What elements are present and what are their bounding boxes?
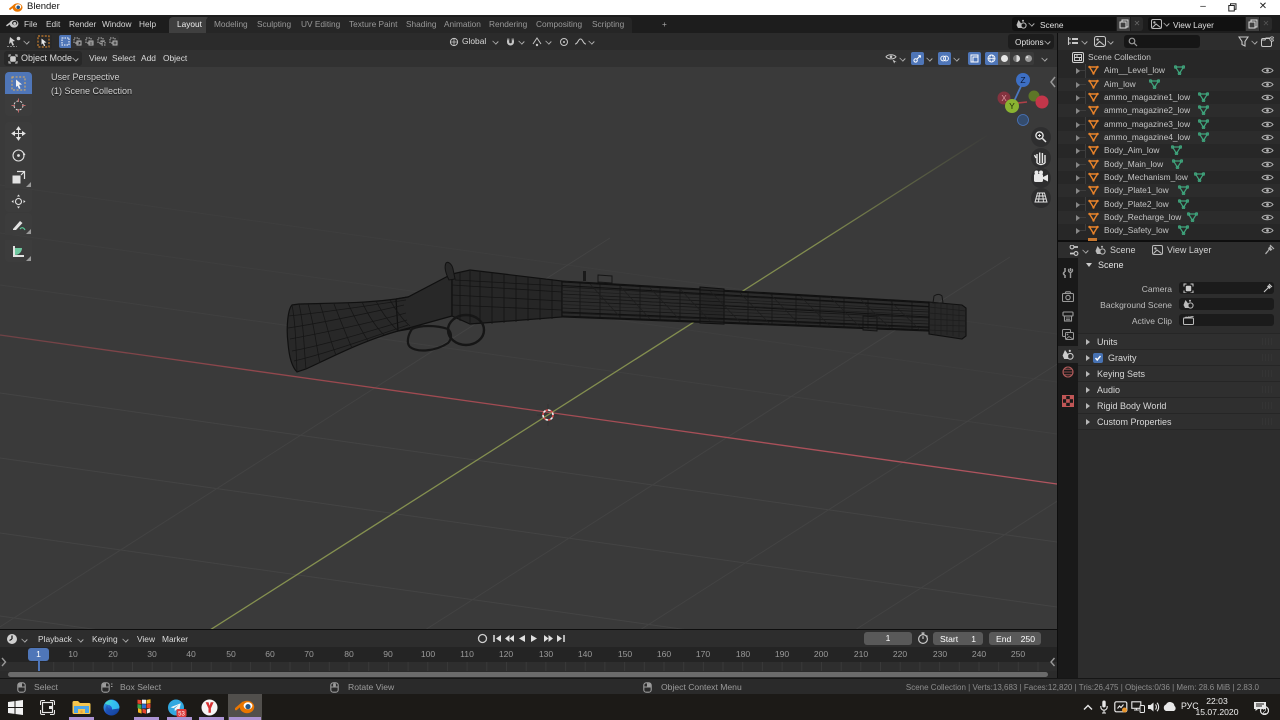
svg-text:2: 2 [1263, 708, 1267, 715]
svg-text:Y: Y [1009, 101, 1015, 111]
svg-text:X: X [1001, 94, 1007, 103]
svg-text:Z: Z [1020, 75, 1025, 85]
